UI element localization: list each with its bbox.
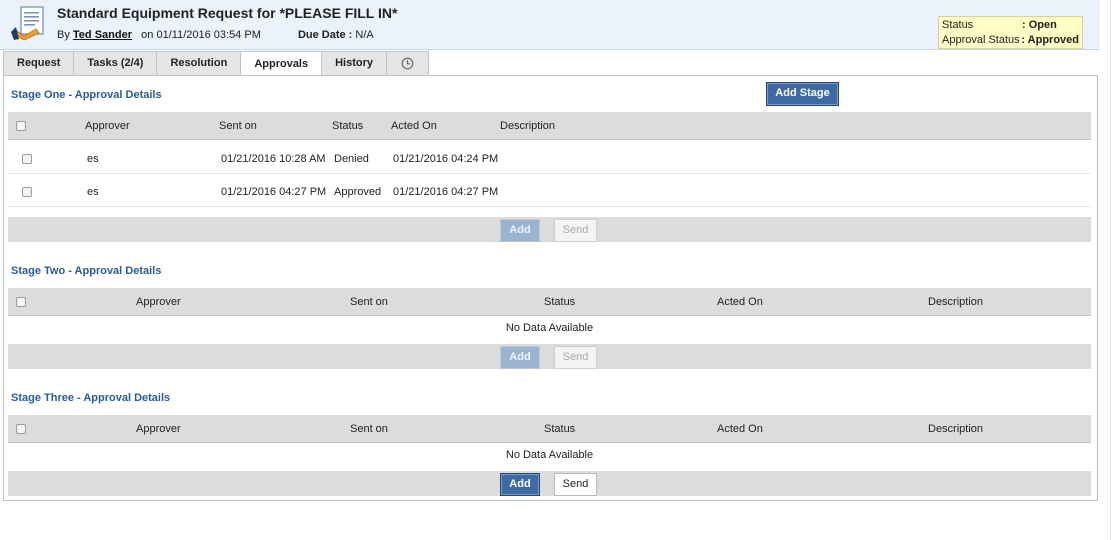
column-description: Description — [928, 423, 984, 435]
tab-request[interactable]: Request — [3, 51, 75, 75]
column-status: Status — [332, 120, 364, 132]
by-label: By — [57, 29, 70, 41]
column-acted-on: Acted On — [717, 296, 763, 308]
row-status: Denied — [334, 153, 369, 165]
column-approver: Approver — [85, 120, 130, 132]
column-approver: Approver — [136, 296, 181, 308]
tab-tasks[interactable]: Tasks (2/4) — [73, 51, 158, 75]
approval-status-value: : Approved — [1021, 34, 1079, 46]
column-status: Status — [544, 296, 576, 308]
column-sent-on: Sent on — [219, 120, 257, 132]
page-scrollbar[interactable] — [1110, 0, 1116, 540]
column-approver: Approver — [136, 423, 181, 435]
approvals-panel: Stage One - Approval Details Add Stage A… — [3, 75, 1098, 501]
stage-three-send-button[interactable]: Send — [554, 473, 597, 496]
table-row: es 01/21/2016 04:27 PM Approved 01/21/20… — [8, 176, 1091, 207]
stage-one-title: Stage One - Approval Details — [11, 89, 162, 101]
stage-three-empty-message: No Data Available — [505, 449, 594, 461]
on-label: on — [141, 29, 154, 41]
stage-one-actions: Add Send — [8, 217, 1091, 242]
stage-two-table-header: Approver Sent on Status Acted On Descrip… — [8, 288, 1091, 316]
row-acted-on: 01/21/2016 04:24 PM — [393, 153, 499, 165]
created-date: 01/11/2016 03:54 PM — [156, 29, 261, 41]
stage-one-add-button[interactable]: Add — [500, 219, 540, 242]
row-acted-on: 01/21/2016 04:27 PM — [393, 186, 499, 198]
stage-three-add-button[interactable]: Add — [500, 473, 540, 496]
select-all-checkbox[interactable] — [16, 121, 26, 131]
table-row: es 01/21/2016 10:28 AM Denied 01/21/2016… — [8, 143, 1091, 174]
stage-two-actions: Add Send — [8, 344, 1091, 369]
column-sent-on: Sent on — [350, 296, 388, 308]
due-date-label: Due Date : — [297, 29, 353, 41]
request-meta: By Ted Sander on 01/11/2016 03:54 PM Due… — [57, 29, 374, 41]
stage-three-table-header: Approver Sent on Status Acted On Descrip… — [8, 415, 1091, 443]
tab-history[interactable]: History — [321, 51, 388, 75]
page-title: Standard Equipment Request for *PLEASE F… — [57, 5, 398, 21]
row-status: Approved — [334, 186, 382, 198]
row-sent-on: 01/21/2016 10:28 AM — [221, 153, 326, 165]
row-checkbox[interactable] — [22, 154, 32, 164]
stage-two-empty-message: No Data Available — [505, 322, 594, 334]
row-approver: es — [87, 186, 99, 198]
tab-resolution[interactable]: Resolution — [156, 51, 242, 75]
clock-icon — [401, 57, 414, 70]
column-status: Status — [544, 423, 576, 435]
stage-three-actions: Add Send — [8, 471, 1091, 496]
column-description: Description — [500, 120, 556, 132]
column-acted-on: Acted On — [717, 423, 763, 435]
due-date-value: N/A — [355, 29, 374, 41]
approval-status-label: Approval Status — [942, 34, 1020, 46]
select-all-checkbox[interactable] — [16, 424, 26, 434]
stage-one-send-button[interactable]: Send — [554, 219, 597, 242]
stage-one-table-header: Approver Sent on Status Acted On Descrip… — [8, 112, 1091, 140]
row-checkbox[interactable] — [22, 187, 32, 197]
stage-two-add-button[interactable]: Add — [500, 346, 540, 369]
stage-three-title: Stage Three - Approval Details — [11, 392, 171, 404]
tab-bar: Request Tasks (2/4) Resolution Approvals… — [3, 51, 430, 77]
status-value: : Open — [1022, 19, 1057, 31]
request-header: Standard Equipment Request for *PLEASE F… — [0, 0, 1100, 50]
author-link[interactable]: Ted Sander — [73, 29, 132, 41]
row-sent-on: 01/21/2016 04:27 PM — [221, 186, 327, 198]
column-description: Description — [928, 296, 984, 308]
row-approver: es — [87, 153, 99, 165]
column-acted-on: Acted On — [391, 120, 437, 132]
request-document-icon — [11, 6, 44, 41]
status-label: Status — [942, 19, 974, 31]
select-all-checkbox[interactable] — [16, 297, 26, 307]
stage-two-title: Stage Two - Approval Details — [11, 265, 162, 277]
stage-two-send-button[interactable]: Send — [554, 346, 597, 369]
tab-approvals[interactable]: Approvals — [240, 51, 323, 77]
add-stage-button[interactable]: Add Stage — [766, 82, 839, 106]
status-panel: Status : Open Approval Status : Approved — [938, 16, 1083, 49]
tab-timer[interactable] — [386, 51, 430, 75]
column-sent-on: Sent on — [350, 423, 388, 435]
